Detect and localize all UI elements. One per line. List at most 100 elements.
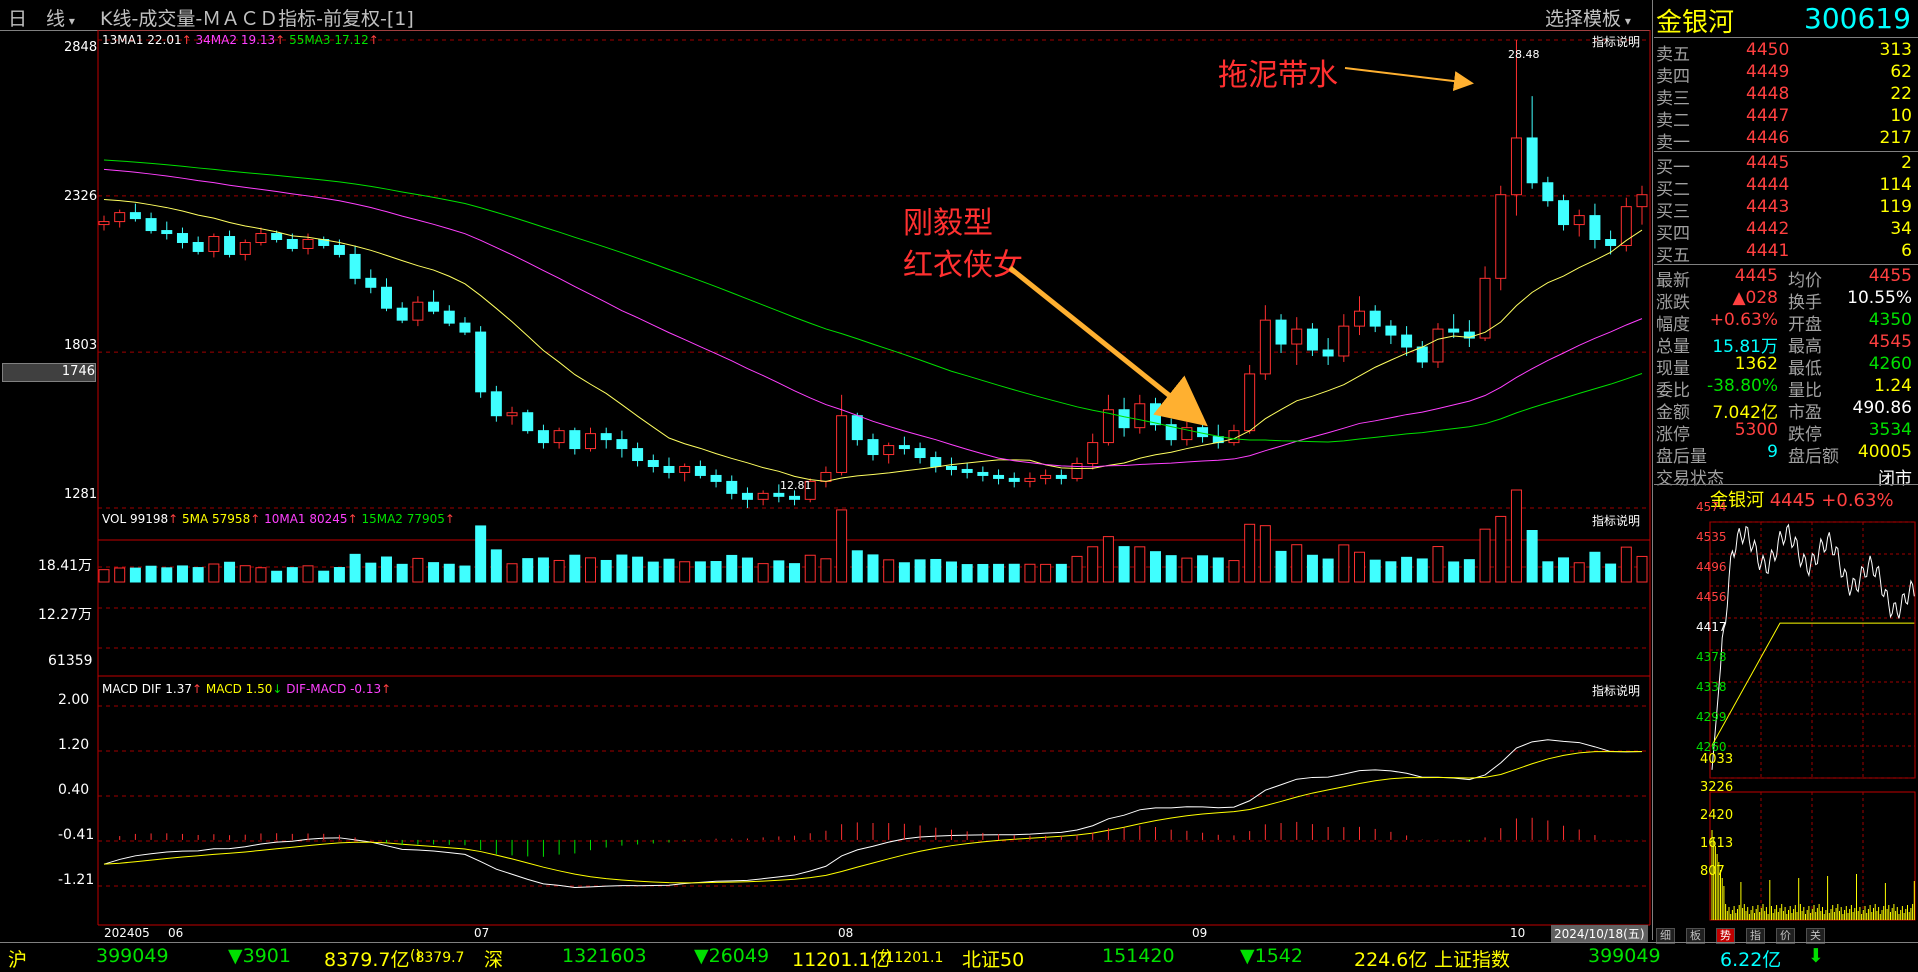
bid-row[interactable]: 买二 4444 114	[1656, 175, 1918, 200]
volume-bar	[1479, 528, 1491, 583]
volume-bar	[616, 554, 628, 583]
volume-bar	[1322, 558, 1334, 583]
volume-bar	[1416, 558, 1428, 583]
stat-value: 40005	[1857, 442, 1912, 462]
ask-row[interactable]: 卖一 4446 217	[1656, 128, 1918, 153]
volume-bar	[1228, 560, 1240, 583]
arrow-gangyi	[1008, 266, 1208, 427]
macd-dea-line	[103, 751, 1643, 884]
stat-value: 490.86	[1852, 398, 1912, 418]
sz-change: ▼26049	[694, 945, 770, 967]
volume-bar	[1526, 530, 1538, 583]
volume-bar	[1605, 563, 1617, 583]
ask-label: 卖一	[1656, 133, 1690, 153]
volume-bar	[1087, 546, 1099, 583]
volume-bar	[1008, 563, 1020, 583]
volume-bar	[1354, 551, 1366, 583]
intraday-header: 金银河 4445 +0.63%	[1710, 486, 1894, 512]
volume-bar	[757, 563, 769, 583]
bid-row[interactable]: 买三 4443 119	[1656, 197, 1918, 222]
stat-value: 3534	[1868, 420, 1912, 440]
volume-bar	[632, 556, 644, 583]
ask-row[interactable]: 卖四 4449 62	[1656, 62, 1918, 87]
intraday-price-tick: 4496	[1696, 560, 1727, 574]
volume-bar	[914, 559, 926, 583]
volume-bar	[836, 509, 848, 583]
legend-dif: MACD DIF 1.37	[102, 682, 192, 696]
volume-bar	[161, 567, 173, 583]
volume-indicator-link[interactable]: 指标说明	[1592, 512, 1640, 529]
arrow-tuoni	[1344, 67, 1474, 92]
volume-bar	[1165, 555, 1177, 583]
annotation-arrows	[1008, 67, 1474, 427]
stat-value: 1362	[1734, 354, 1778, 374]
stat-value: 1.24	[1874, 376, 1912, 396]
bid-row[interactable]: 买一 4445 2	[1656, 153, 1918, 178]
volume-bar	[553, 559, 565, 583]
volume-bar	[224, 561, 236, 583]
volume-bar	[1589, 551, 1601, 583]
intraday-price-line	[1711, 523, 1915, 770]
ask-row[interactable]: 卖五 4450 313	[1656, 40, 1918, 65]
macd-ytick: 1.20	[58, 737, 90, 753]
volume-bar	[600, 559, 612, 583]
sh-amount-box: (8379.7)	[410, 948, 465, 966]
volume-bar	[1024, 563, 1036, 583]
volume-bar	[1291, 544, 1303, 583]
stat-row: 委比 -38.80% 量比 1.24	[1656, 376, 1918, 401]
volume-bar	[726, 554, 738, 583]
volume-bar	[1102, 536, 1114, 583]
intraday-chart[interactable]	[1654, 480, 1918, 928]
intraday-volume-bars	[1711, 830, 1915, 920]
volume-bar	[1244, 523, 1256, 583]
idx-amount: 6.22亿	[1720, 949, 1782, 971]
ask-price: 4450	[1746, 40, 1790, 60]
macd-indicator-link[interactable]: 指标说明	[1592, 682, 1640, 699]
volume-bar	[867, 554, 879, 583]
bid-vol: 34	[1890, 219, 1912, 239]
ask-vol: 313	[1879, 40, 1912, 60]
intraday-price: 4445	[1769, 490, 1816, 511]
volume-bar	[286, 567, 298, 583]
volume-bar	[1338, 544, 1350, 583]
bid-row[interactable]: 买四 4442 34	[1656, 219, 1918, 244]
intraday-grid	[1710, 521, 1915, 920]
volume-bar	[710, 561, 722, 583]
volume-ytick: 12.27万	[38, 607, 93, 623]
ask-row[interactable]: 卖二 4447 10	[1656, 106, 1918, 131]
divider	[1654, 264, 1918, 265]
bid-price: 4445	[1746, 153, 1790, 173]
stat-value: 9	[1767, 442, 1778, 462]
stat-row: 涨跌 ▲028 换手 10.55%	[1656, 288, 1918, 313]
bid-row[interactable]: 买五 4441 6	[1656, 241, 1918, 266]
volume-bar	[1510, 489, 1522, 583]
ask-vol: 62	[1890, 62, 1912, 82]
stat-value: 4350	[1868, 310, 1912, 330]
bid-vol: 114	[1879, 175, 1912, 195]
volume-bar	[1306, 554, 1318, 583]
volume-bar	[930, 558, 942, 583]
bz-label[interactable]: 北证50	[962, 945, 1024, 972]
ask-row[interactable]: 卖三 4448 22	[1656, 84, 1918, 109]
volume-bar	[255, 567, 267, 583]
volume-bar	[365, 562, 377, 583]
volume-bar	[1495, 515, 1507, 583]
sz-label[interactable]: 深	[484, 945, 503, 972]
volume-bar	[1620, 546, 1632, 583]
volume-bar	[961, 564, 973, 583]
volume-bar	[490, 549, 502, 583]
volume-bar	[1071, 555, 1083, 583]
volume-bar	[1149, 551, 1161, 583]
volume-bar	[380, 556, 392, 583]
idx-label[interactable]: 上证指数	[1434, 945, 1510, 972]
stat-value: 4445	[1734, 266, 1778, 286]
stat-value: 4455	[1868, 266, 1912, 286]
volume-bar	[1197, 555, 1209, 583]
sh-label[interactable]: 沪	[8, 945, 27, 972]
sz-amount-box: (11201.1)	[880, 948, 944, 966]
volume-ytick: 18.41万	[38, 558, 93, 574]
divider	[1654, 37, 1918, 38]
volume-bar	[1212, 557, 1224, 583]
stock-name: 金银河	[1656, 8, 1735, 38]
macd-legend: MACD DIF 1.37↑ MACD 1.50↓ DIF-MACD -0.13…	[102, 682, 392, 696]
